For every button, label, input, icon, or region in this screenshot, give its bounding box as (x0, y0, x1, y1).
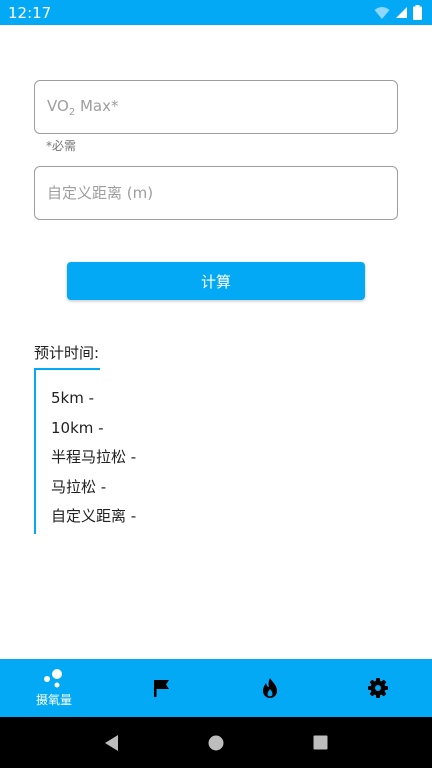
required-helper-text: *必需 (46, 139, 77, 153)
battery-icon (413, 5, 422, 20)
nav-item-vo2max-label: 摄氧量 (35, 693, 72, 707)
status-bar: 12:17 (0, 0, 432, 25)
result-half-marathon: 半程马拉松 - (51, 448, 137, 467)
custom-distance-field[interactable] (34, 166, 398, 220)
result-10km: 10km - (51, 418, 104, 437)
fire-icon (263, 678, 277, 698)
gear-icon (368, 678, 388, 698)
nav-item-settings[interactable] (324, 659, 432, 717)
status-time: 12:17 (8, 3, 52, 22)
molecule-icon (44, 669, 62, 688)
status-icons (374, 5, 422, 20)
results-panel: 5km - 10km - 半程马拉松 - 马拉松 - 自定义距离 - (34, 368, 136, 536)
system-nav-bar (0, 717, 432, 768)
results-list: 5km - 10km - 半程马拉松 - 马拉松 - 自定义距离 - (51, 388, 136, 536)
results-accent-border-top (34, 368, 100, 370)
result-custom-distance: 自定义距离 - (51, 507, 137, 526)
estimated-time-title: 预计时间: (34, 344, 100, 362)
vo2max-field-label: VO2 Max* (47, 96, 119, 118)
vo2max-field[interactable]: VO2 Max* (34, 80, 398, 134)
signal-icon (396, 7, 407, 18)
recents-icon[interactable] (313, 735, 328, 750)
calculate-button[interactable]: 计算 (67, 262, 365, 300)
nav-item-vo2max[interactable]: 摄氧量 (0, 659, 108, 717)
results-accent-border (34, 368, 36, 534)
back-icon[interactable] (104, 734, 120, 752)
nav-item-races[interactable] (108, 659, 216, 717)
result-marathon: 马拉松 - (51, 477, 107, 496)
wifi-icon (374, 6, 390, 19)
result-5km: 5km - (51, 389, 95, 407)
bottom-nav: 摄氧量 (0, 659, 432, 717)
nav-item-calories[interactable] (216, 659, 324, 717)
custom-distance-input[interactable] (47, 184, 397, 202)
home-icon[interactable] (208, 735, 224, 751)
flag-icon (154, 680, 169, 697)
